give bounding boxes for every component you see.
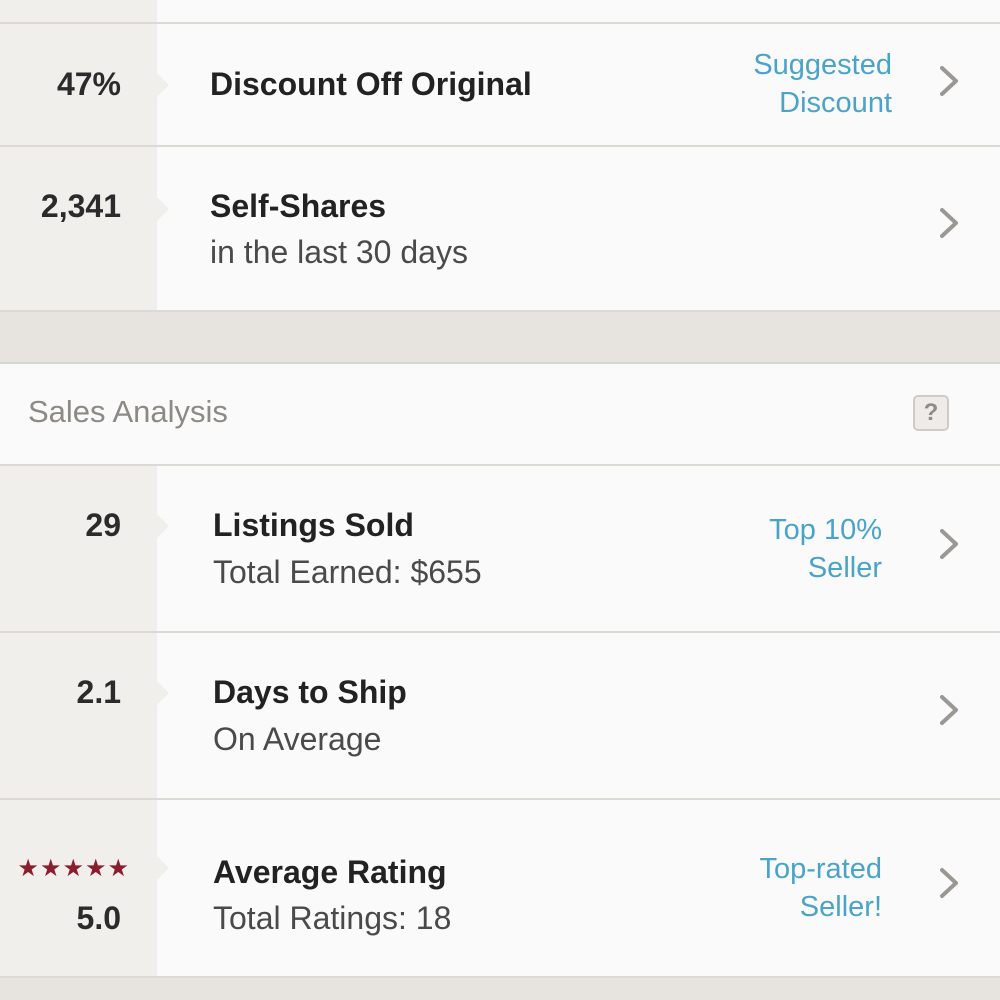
top-rated-seller-link[interactable]: Top-rated Seller! [759,850,882,926]
metric-column-notch [157,514,169,538]
badge-line-2: Seller [807,552,882,584]
suggested-discount-link[interactable]: Suggested Discount [753,46,892,122]
average-rating-title: Average Rating [213,854,447,890]
chevron-right-icon [938,693,960,727]
star-rating-icon: ★★★★★ [17,855,130,882]
previous-row-edge [0,0,1000,24]
metric-column [0,800,157,976]
row-self-shares[interactable]: 2,341 Self-Shares in the last 30 days [0,147,1000,312]
help-question-icon[interactable]: ? [913,395,949,431]
bottom-separator [0,978,1000,1000]
metric-column-notch [157,197,169,221]
metric-column-notch [157,681,169,705]
seller-stats-screen: 47% Discount Off Original Suggested Disc… [0,0,1000,1000]
section-title: Sales Analysis [28,394,228,429]
sales-analysis-header: Sales Analysis ? [0,364,1000,466]
self-shares-subtitle: in the last 30 days [210,234,468,270]
discount-title: Discount Off Original [210,66,532,102]
chevron-right-icon [938,866,960,900]
metric-column [0,147,157,310]
row-average-rating[interactable]: ★★★★★ 5.0 Average Rating Total Ratings: … [0,800,1000,978]
metric-column [0,0,157,22]
row-days-to-ship[interactable]: 2.1 Days to Ship On Average [0,633,1000,800]
metric-column [0,466,157,631]
days-to-ship-value: 2.1 [76,674,121,710]
on-average-subtitle: On Average [213,721,382,757]
row-discount-off-original[interactable]: 47% Discount Off Original Suggested Disc… [0,24,1000,147]
badge-line-2: Seller! [799,891,882,923]
listings-sold-title: Listings Sold [213,507,414,543]
chevron-right-icon [938,64,960,98]
badge-line-1: Top 10% [769,514,882,546]
listings-sold-value: 29 [85,507,121,543]
metric-column-notch [157,856,169,880]
row-listings-sold[interactable]: 29 Listings Sold Total Earned: $655 Top … [0,466,1000,633]
chevron-right-icon [938,527,960,561]
rating-value: 5.0 [76,900,121,936]
badge-line-1: Suggested [753,49,892,81]
total-ratings-subtitle: Total Ratings: 18 [213,900,452,936]
self-shares-value: 2,341 [40,188,121,224]
chevron-right-icon [938,206,960,240]
section-separator [0,312,1000,364]
total-earned-subtitle: Total Earned: $655 [213,554,482,590]
metric-column [0,633,157,798]
discount-value: 47% [56,66,121,102]
top-seller-link[interactable]: Top 10% Seller [769,511,882,587]
self-shares-title: Self-Shares [210,188,387,224]
metric-column-notch [157,73,169,97]
badge-line-1: Top-rated [759,853,882,885]
days-to-ship-title: Days to Ship [213,674,407,710]
badge-line-2: Discount [779,87,892,119]
